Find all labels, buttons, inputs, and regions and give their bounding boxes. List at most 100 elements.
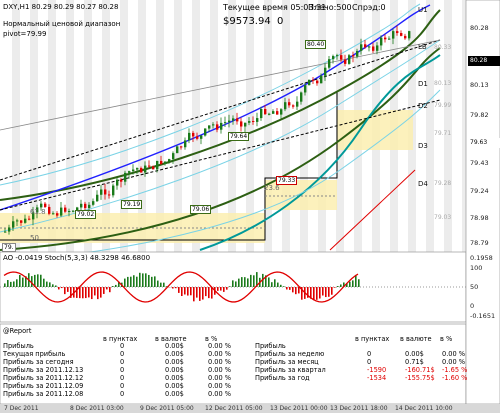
price-chart[interactable] bbox=[0, 0, 500, 413]
candle-body bbox=[332, 56, 335, 60]
oscillator-bar bbox=[298, 287, 300, 294]
osc-axis-50: 50 bbox=[470, 283, 479, 291]
pivot-label: pivot=79.99 bbox=[3, 30, 47, 38]
oscillator-bar bbox=[151, 276, 153, 287]
oscillator-bar bbox=[85, 287, 87, 299]
candle-body bbox=[388, 38, 391, 40]
oscillator-bar bbox=[274, 279, 276, 287]
oscillator-bar bbox=[268, 277, 270, 287]
candle-body bbox=[328, 59, 331, 68]
report-left-money: 0.00$ bbox=[165, 342, 184, 350]
fib-label-618: 61.8 bbox=[30, 208, 46, 216]
price-box-7919: 79.19 bbox=[121, 200, 143, 209]
report-left-money: 0.00$ bbox=[165, 382, 184, 390]
candle-body bbox=[140, 168, 143, 173]
report-right-label: Прибыль за квартал bbox=[255, 366, 326, 374]
candle-body bbox=[320, 75, 323, 84]
session-stripe bbox=[300, 0, 308, 252]
candle-body bbox=[404, 35, 407, 39]
candle-body bbox=[100, 189, 103, 195]
time-tick: 13 Dec 2011 00:00 bbox=[270, 405, 328, 412]
oscillator-bar bbox=[88, 287, 90, 298]
axis-mid-price: 79.63 bbox=[468, 138, 500, 148]
oscillator-bar bbox=[205, 287, 207, 297]
oscillator-bar bbox=[136, 276, 138, 287]
candle-body bbox=[168, 159, 171, 162]
oscillator-bar bbox=[331, 287, 333, 295]
fib-label-236: 23.6 bbox=[264, 184, 280, 192]
report-left-money: 0.00$ bbox=[165, 390, 184, 398]
level-d1: D1 bbox=[418, 80, 428, 88]
report-left-label: Текущая прибыль bbox=[3, 350, 66, 358]
candle-body bbox=[156, 160, 159, 170]
candle-body bbox=[272, 111, 275, 114]
oscillator-bar bbox=[184, 287, 186, 295]
oscillator-bar bbox=[19, 275, 21, 287]
oscillator-bar bbox=[22, 277, 24, 287]
oscillator-bar bbox=[79, 287, 81, 299]
indicator-name: Нормальный ценовой диапазон bbox=[3, 20, 121, 28]
oscillator-bar bbox=[190, 287, 192, 296]
session-stripe bbox=[426, 0, 434, 252]
oscillator-bar bbox=[187, 287, 189, 296]
report-right-label: Прибыль за неделю bbox=[255, 350, 325, 358]
oscillator-bar bbox=[358, 279, 360, 287]
candle-body bbox=[232, 118, 235, 121]
report-left-pct: 0.00 % bbox=[208, 350, 232, 358]
fib-label-50: 50 bbox=[30, 234, 39, 242]
oscillator-bar bbox=[112, 286, 114, 287]
oscillator-bar bbox=[322, 287, 324, 296]
candle-body bbox=[24, 218, 27, 223]
level-u1-value: 80.33 bbox=[434, 44, 452, 51]
candle-body bbox=[380, 37, 383, 46]
candle-body bbox=[208, 125, 211, 129]
oscillator-bar bbox=[253, 275, 255, 287]
oscillator-bar bbox=[145, 273, 147, 287]
report-right-pct: 0.00 % bbox=[442, 358, 466, 366]
report-left-label: Прибыль за 2011.12.12 bbox=[3, 374, 84, 382]
candle-body bbox=[376, 45, 379, 51]
oscillator-bar bbox=[94, 287, 96, 296]
oscillator-bar bbox=[154, 276, 156, 287]
candle-body bbox=[312, 79, 315, 81]
candle-body bbox=[280, 109, 283, 115]
candle-body bbox=[108, 194, 111, 196]
candle-body bbox=[296, 101, 299, 107]
candle-body bbox=[220, 122, 223, 130]
candle-body bbox=[324, 67, 327, 76]
oscillator-bar bbox=[271, 282, 273, 287]
candle-body bbox=[164, 161, 167, 164]
report-left-money: 0.00$ bbox=[165, 350, 184, 358]
candle-body bbox=[196, 136, 199, 139]
report-left-money: 0.00$ bbox=[165, 366, 184, 374]
report-left-pct: 0.00 % bbox=[208, 374, 232, 382]
candle-body bbox=[88, 204, 91, 208]
candle-body bbox=[356, 50, 359, 57]
oscillator-bar bbox=[109, 287, 111, 293]
oscillator-bar bbox=[220, 287, 222, 291]
candle-body bbox=[172, 153, 175, 160]
level-d3-value: 79.71 bbox=[434, 130, 452, 137]
candle-body bbox=[148, 165, 151, 167]
candle-body bbox=[60, 207, 63, 216]
candle-body bbox=[28, 218, 31, 220]
report-left-label: Прибыль за 2011.12.09 bbox=[3, 382, 84, 390]
time-tick: 14 Dec 2011 10:00 bbox=[395, 405, 453, 412]
report-right-points: 0 bbox=[367, 350, 372, 358]
report-right-points: -1534 bbox=[367, 374, 387, 382]
oscillator-bar bbox=[208, 287, 210, 299]
price-box-8040: 80.40 bbox=[305, 40, 327, 49]
osc-axis-top: 0.1958 bbox=[470, 254, 493, 262]
oscillator-bar bbox=[115, 284, 117, 287]
report-left-pct: 0.00 % bbox=[208, 342, 232, 350]
oscillator-bar bbox=[133, 275, 135, 287]
oscillator-bar bbox=[181, 287, 183, 297]
level-d4b-value: 79.03 bbox=[434, 214, 452, 221]
oscillator-bar bbox=[55, 285, 57, 287]
level-d4-value: 79.28 bbox=[434, 180, 452, 187]
level-d2-value: 79.99 bbox=[434, 102, 452, 109]
candle-body bbox=[124, 172, 127, 182]
oscillator-bar bbox=[235, 281, 237, 287]
candle-body bbox=[400, 33, 403, 36]
oscillator-bar bbox=[244, 277, 246, 287]
